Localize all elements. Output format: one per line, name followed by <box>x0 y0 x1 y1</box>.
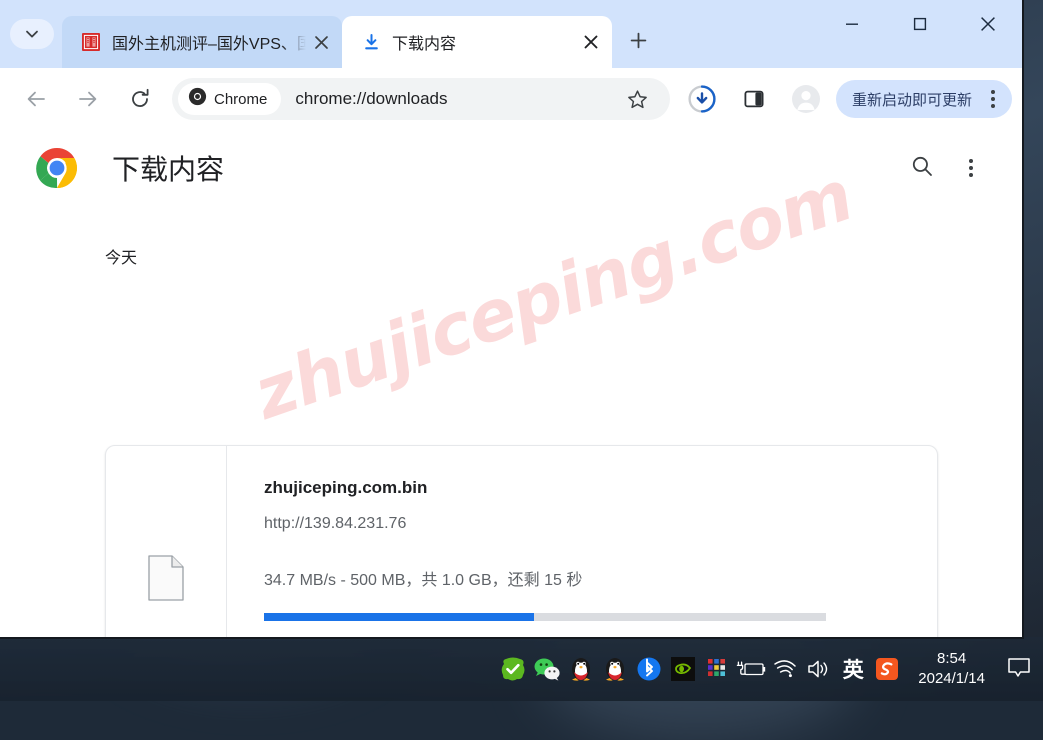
downloads-page: zhujiceping.com 下载内容 今天 zhujiceping.com.… <box>0 130 1022 637</box>
taskbar-clock[interactable]: 8:54 2024/1/14 <box>904 637 995 701</box>
download-progress-bar <box>264 613 826 621</box>
tab-foreign-host-review[interactable]: 国外主机测评–国外VPS、国 <box>62 16 342 68</box>
back-arrow-icon[interactable] <box>16 79 56 119</box>
new-tab-plus-icon[interactable] <box>618 20 658 60</box>
window-minimize-button[interactable] <box>818 0 886 48</box>
update-button-label: 重新启动即可更新 <box>851 91 972 109</box>
sogou-icon[interactable] <box>870 637 904 701</box>
tab-close-icon[interactable] <box>306 27 336 57</box>
page-header-actions <box>910 153 994 183</box>
tab-title: 下载内容 <box>392 36 457 53</box>
three-dot-menu-icon[interactable] <box>978 84 1008 114</box>
reload-icon[interactable] <box>120 79 160 119</box>
ime-label: 英 <box>842 659 864 682</box>
tab-search-chevron-down-icon[interactable] <box>10 19 54 49</box>
browser-toolbar: Chrome chrome://downloads 重新启动即可更新 <box>0 68 1022 130</box>
tab-downloads[interactable]: 下载内容 <box>342 16 612 68</box>
download-icon <box>360 31 382 53</box>
file-icon-column <box>106 446 227 637</box>
taskbar: 英 8:54 2024/1/14 <box>0 637 1043 701</box>
search-icon[interactable] <box>910 154 934 183</box>
chrome-chip[interactable]: Chrome <box>178 83 282 115</box>
forward-arrow-icon[interactable] <box>68 79 108 119</box>
page-title: 下载内容 <box>112 154 225 185</box>
download-item-body: zhujiceping.com.bin http://139.84.231.76… <box>227 446 937 637</box>
system-tray: 英 8:54 2024/1/14 <box>496 637 1043 701</box>
ime-english-icon[interactable]: 英 <box>836 637 870 701</box>
download-progress-fill <box>264 613 534 621</box>
chrome-chip-label: Chrome <box>214 90 268 108</box>
downloads-page-header: 下载内容 <box>0 130 1022 206</box>
volume-icon[interactable] <box>802 637 836 701</box>
chrome-logo-icon <box>36 147 78 189</box>
window-controls <box>818 0 1022 48</box>
bluetooth-icon[interactable] <box>632 637 666 701</box>
generic-file-icon <box>148 554 184 606</box>
side-panel-icon[interactable] <box>734 79 774 119</box>
three-dot-menu-icon[interactable] <box>956 153 986 183</box>
download-filename[interactable]: zhujiceping.com.bin <box>264 478 937 498</box>
section-label-today: 今天 <box>105 250 138 267</box>
downloads-progress-icon[interactable] <box>682 79 722 119</box>
wifi-icon[interactable] <box>768 637 802 701</box>
address-bar[interactable]: Chrome chrome://downloads <box>172 78 670 120</box>
chrome-browser-window: 国外主机测评–国外VPS、国 下载内容 Chrome chrome://down… <box>0 0 1024 639</box>
tab-strip: 国外主机测评–国外VPS、国 下载内容 <box>0 0 1022 68</box>
notification-bubble-icon[interactable] <box>995 637 1043 701</box>
wechat-icon[interactable] <box>530 637 564 701</box>
tab-title: 国外主机测评–国外VPS、国 <box>112 36 306 53</box>
seal-favicon <box>80 31 102 53</box>
window-close-button[interactable] <box>954 0 1022 48</box>
restart-to-update-button[interactable]: 重新启动即可更新 <box>835 80 1012 118</box>
tab-close-icon[interactable] <box>576 27 606 57</box>
qq-penguin-icon[interactable] <box>564 637 598 701</box>
color-grid-icon[interactable] <box>700 637 734 701</box>
chrome-icon <box>188 87 207 111</box>
clock-time: 8:54 <box>937 649 967 667</box>
green-check-icon[interactable] <box>496 637 530 701</box>
nvidia-icon[interactable] <box>666 637 700 701</box>
bookmark-star-icon[interactable] <box>618 79 658 119</box>
battery-charging-icon[interactable] <box>734 637 768 701</box>
window-maximize-button[interactable] <box>886 0 954 48</box>
qq-penguin-icon[interactable] <box>598 637 632 701</box>
profile-avatar-icon[interactable] <box>786 79 826 119</box>
url-text: chrome://downloads <box>295 89 448 108</box>
download-source-url[interactable]: http://139.84.231.76 <box>264 515 937 533</box>
download-item-card: zhujiceping.com.bin http://139.84.231.76… <box>105 445 938 637</box>
download-status-text: 34.7 MB/s - 500 MB，共 1.0 GB，还剩 15 秒 <box>264 572 583 589</box>
clock-date: 2024/1/14 <box>918 670 985 687</box>
